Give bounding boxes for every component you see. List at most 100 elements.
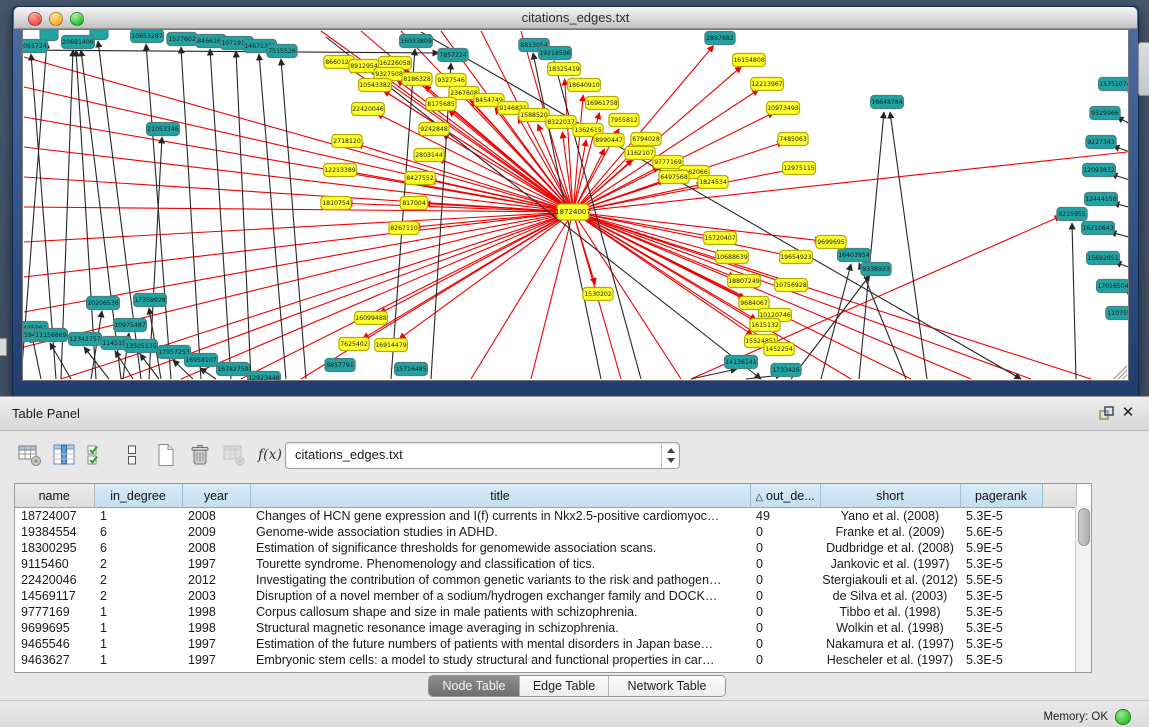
network-node[interactable]: 16154808: [733, 54, 766, 67]
network-node[interactable]: 1162107: [625, 147, 655, 160]
table-row[interactable]: 946554611997Estimation of the future num…: [15, 636, 1076, 652]
network-node[interactable]: 12093832: [1083, 164, 1116, 177]
network-node[interactable]: 11156869: [35, 329, 68, 342]
table-scrollbar[interactable]: [1075, 506, 1091, 672]
network-node[interactable]: 24055724: [23, 40, 47, 53]
network-node[interactable]: 18807249: [728, 275, 761, 288]
network-node[interactable]: 9227343: [1086, 136, 1116, 149]
network-node[interactable]: 10975487: [114, 319, 147, 332]
network-node[interactable]: 9699695: [816, 236, 846, 249]
column-header-pagerank[interactable]: pagerank: [960, 484, 1042, 508]
network-node[interactable]: 12444158: [1085, 193, 1118, 206]
tab-edge-table[interactable]: Edge Table: [520, 676, 609, 696]
network-node[interactable]: 6497568: [659, 171, 689, 184]
network-node[interactable]: 17016504: [1097, 280, 1128, 293]
network-node[interactable]: 16403954: [838, 249, 871, 262]
column-header-in_degree[interactable]: in_degree: [94, 484, 182, 508]
network-node[interactable]: 9338923: [861, 263, 891, 276]
network-node[interactable]: 8175685: [426, 98, 456, 111]
network-node[interactable]: 10543382: [359, 79, 392, 92]
network-canvas[interactable]: 2405572420691406106532871527602846616010…: [22, 29, 1129, 381]
network-node[interactable]: 20691406: [62, 36, 95, 49]
network-node[interactable]: 12923448: [248, 372, 281, 381]
column-header-short[interactable]: short: [820, 484, 960, 508]
table-row[interactable]: 946362711997Embryonic stem cells: a mode…: [15, 652, 1076, 668]
network-node[interactable]: 15716485: [395, 363, 428, 376]
new-column-icon[interactable]: [152, 442, 179, 469]
network-node[interactable]: 7625402: [339, 338, 369, 351]
row-height-icon[interactable]: [118, 442, 145, 469]
network-node[interactable]: 10756928: [775, 279, 808, 292]
delete-table-icon[interactable]: [220, 442, 247, 469]
network-node[interactable]: 10653287: [131, 30, 164, 43]
network-node[interactable]: 8215955: [1057, 208, 1087, 221]
table-row[interactable]: 1872400712008Changes of HCN gene express…: [15, 508, 1076, 525]
delete-column-icon[interactable]: [186, 442, 213, 469]
tab-node-table[interactable]: Node Table: [429, 676, 520, 696]
network-node[interactable]: 13505135: [125, 340, 158, 353]
network-node[interactable]: 1527602: [167, 33, 197, 46]
network-node[interactable]: 10688639: [716, 251, 749, 264]
network-node[interactable]: 15692951: [1087, 252, 1120, 265]
network-node[interactable]: 12342757: [69, 333, 102, 346]
table-row[interactable]: 1938455462009Genome-wide association stu…: [15, 524, 1076, 540]
select-mode-icon[interactable]: [84, 442, 111, 469]
network-node[interactable]: 16958107: [185, 354, 218, 367]
tab-network-table[interactable]: Network Table: [609, 676, 725, 696]
column-header-title[interactable]: title: [250, 484, 750, 508]
network-node[interactable]: 2887682: [705, 32, 735, 45]
column-header-out_de...[interactable]: △out_de...: [750, 484, 820, 508]
network-node[interactable]: 16210643: [1082, 222, 1115, 235]
network-node[interactable]: 7955812: [609, 114, 639, 127]
network-node[interactable]: 16648784: [871, 96, 904, 109]
network-node[interactable]: 12213967: [751, 78, 784, 91]
network-node[interactable]: 18325419: [548, 63, 581, 76]
network-node[interactable]: 1615132: [750, 319, 780, 332]
network-node[interactable]: 20206536: [87, 297, 120, 310]
column-header-year[interactable]: year: [182, 484, 250, 508]
network-node[interactable]: 16099488: [355, 312, 388, 325]
network-node[interactable]: 18724007: [555, 204, 591, 220]
table-selector[interactable]: citations_edges.txt: [285, 442, 680, 469]
network-node[interactable]: 1107553: [1106, 307, 1128, 320]
network-node[interactable]: 2803144: [414, 149, 444, 162]
network-node[interactable]: 9777169: [653, 156, 683, 169]
table-row[interactable]: 969969511998Structural magnetic resonanc…: [15, 620, 1076, 636]
network-node[interactable]: 9684067: [739, 297, 769, 310]
network-node[interactable]: 7515526: [267, 45, 297, 58]
network-node[interactable]: 19654923: [780, 251, 813, 264]
network-node[interactable]: 9857791: [325, 359, 355, 372]
table-row[interactable]: 2242004622012Investigating the contribut…: [15, 572, 1076, 588]
network-node[interactable]: 7857224: [438, 49, 468, 62]
network-node[interactable]: 12975115: [783, 162, 816, 175]
show-columns-icon[interactable]: [50, 442, 77, 469]
network-node[interactable]: 817004: [400, 197, 428, 210]
network-node[interactable]: 8427552: [405, 172, 435, 185]
network-node[interactable]: 9329966: [1090, 107, 1120, 120]
function-builder-icon[interactable]: f(x): [254, 442, 286, 469]
network-node[interactable]: 16033809: [400, 35, 433, 48]
table-scrollbar-thumb[interactable]: [1078, 508, 1090, 546]
network-node[interactable]: 2718120: [332, 135, 362, 148]
network-node[interactable]: 9327546: [436, 74, 466, 87]
memory-status-icon[interactable]: [1115, 709, 1131, 725]
network-node[interactable]: 21053346: [147, 123, 180, 136]
network-node[interactable]: 1588520: [519, 109, 549, 122]
network-node[interactable]: 18640910: [568, 79, 601, 92]
network-node[interactable]: 16914479: [375, 339, 408, 352]
network-node[interactable]: 12213389: [324, 164, 357, 177]
column-header-name[interactable]: name: [15, 484, 94, 508]
network-node[interactable]: 19218596: [539, 47, 572, 60]
network-node[interactable]: 14136141: [725, 356, 758, 369]
network-node[interactable]: 16782759: [217, 363, 250, 376]
table-row[interactable]: 911546021997Tourette syndrome. Phenomeno…: [15, 556, 1076, 572]
network-node[interactable]: 10973493: [767, 102, 800, 115]
network-node[interactable]: 15720407: [704, 232, 737, 245]
network-node[interactable]: 9242848: [419, 123, 449, 136]
network-node[interactable]: 1733426: [771, 364, 801, 377]
network-node[interactable]: 16961758: [586, 97, 619, 110]
network-node[interactable]: 15751074: [1099, 78, 1128, 91]
network-node[interactable]: 6794028: [631, 133, 661, 146]
network-node[interactable]: 8990447: [594, 134, 624, 147]
network-node[interactable]: 1810754: [321, 197, 351, 210]
